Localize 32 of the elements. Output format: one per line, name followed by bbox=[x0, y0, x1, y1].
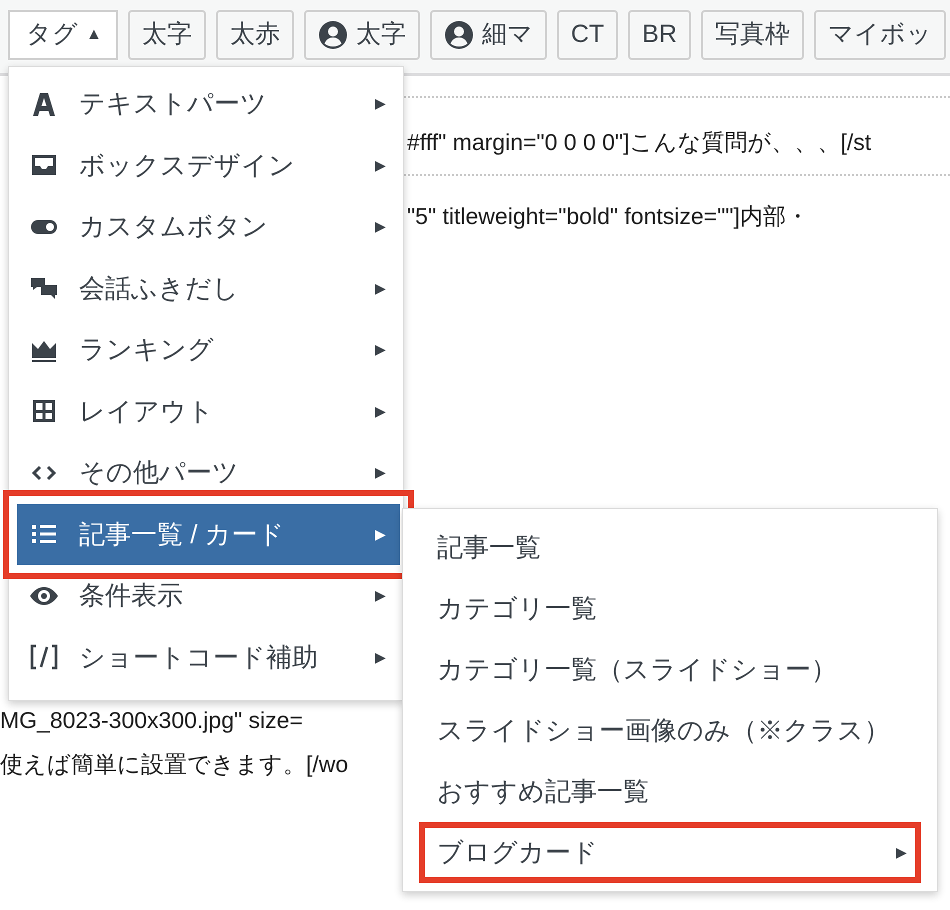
menu-item[interactable]: ランキング ▶ bbox=[17, 319, 400, 380]
submenu-item[interactable]: カテゴリ一覧（スライドショー） bbox=[423, 639, 917, 700]
menu-item[interactable]: 条件表示 ▶ bbox=[17, 565, 400, 626]
editor-text: "5" titleweight="bold" fontsize=""]内部・ bbox=[407, 202, 809, 231]
toolbar-button[interactable]: 細マ bbox=[430, 10, 547, 60]
toolbar-button[interactable]: BR bbox=[628, 10, 691, 60]
submenu-item[interactable]: カテゴリ一覧 bbox=[423, 578, 917, 639]
menu-item[interactable]: レイアウト ▶ bbox=[17, 380, 400, 442]
submenu-item[interactable]: スライドショー画像のみ（※クラス） bbox=[423, 700, 917, 761]
editor-text: #fff" margin="0 0 0 0"]こんな質問が、、、[/st bbox=[407, 128, 872, 157]
menu-item[interactable]: 記事一覧 / カード ▶ bbox=[17, 504, 400, 565]
editor-text: MG_8023-300x300.jpg" size= bbox=[0, 706, 303, 735]
submenu-item[interactable]: 記事一覧 bbox=[423, 517, 917, 578]
toolbar-button[interactable]: 太字 bbox=[304, 10, 420, 60]
toolbar-button[interactable]: 写真枠 bbox=[700, 10, 804, 60]
menu-item[interactable]: その他パーツ ▶ bbox=[17, 442, 400, 504]
menu-item[interactable]: 会話ふきだし ▶ bbox=[17, 258, 400, 319]
dropdown-button[interactable]: タグ ▲ bbox=[8, 10, 118, 60]
user-icon bbox=[318, 20, 348, 50]
toolbar-button[interactable]: 太字 bbox=[128, 10, 206, 60]
submenu-item[interactable]: おすすめ記事一覧 bbox=[423, 761, 917, 822]
editor-text: 使えば簡単に設置できます。[/wo bbox=[0, 750, 348, 779]
submenu-item[interactable]: ブログカード ▶ bbox=[419, 822, 921, 883]
menu-item[interactable]: ボックスデザイン ▶ bbox=[17, 134, 400, 196]
user-icon bbox=[444, 20, 474, 50]
brackets-icon bbox=[29, 642, 59, 672]
menu-item[interactable]: ショートコード補助 ▶ bbox=[17, 626, 400, 688]
toolbar-button[interactable]: 太赤 bbox=[216, 10, 294, 60]
toolbar-button[interactable]: CT bbox=[556, 10, 618, 60]
menu-item[interactable]: テキストパーツ ▶ bbox=[17, 73, 400, 134]
toolbar-button[interactable]: マイボッ bbox=[814, 10, 946, 60]
menu-item[interactable]: カスタムボタン ▶ bbox=[17, 196, 400, 258]
